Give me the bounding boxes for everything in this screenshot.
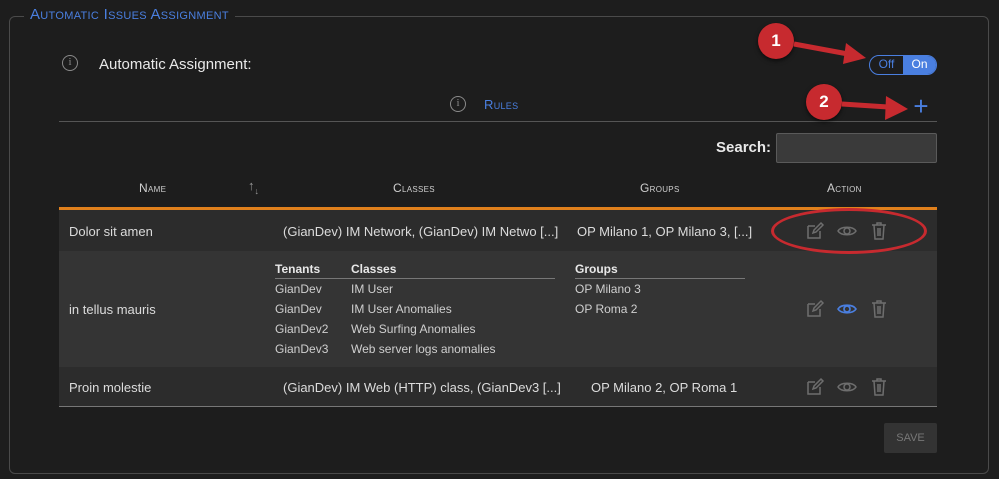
rule-classes: (GianDev) IM Network, (GianDev) IM Netwo… (283, 224, 559, 239)
tenant-item: GianDev3 (275, 342, 329, 356)
info-icon[interactable]: i (62, 55, 78, 71)
rule-name: Proin molestie (69, 380, 152, 395)
column-header-name[interactable]: Name (139, 181, 166, 195)
delete-icon[interactable] (869, 377, 889, 397)
column-header-classes: Classes (393, 181, 435, 195)
delete-icon[interactable] (869, 299, 889, 319)
edit-icon[interactable] (805, 377, 825, 397)
action-highlight-ellipse (771, 208, 927, 254)
tenants-subheader: Tenants (275, 262, 321, 276)
class-item: Web Surfing Anomalies (351, 322, 476, 336)
column-header-groups: Groups (640, 181, 680, 195)
subheader-divider (575, 278, 745, 279)
annotation-arrow-2 (841, 96, 908, 120)
classes-subheader: Classes (351, 262, 397, 276)
annotation-badge-2: 2 (806, 84, 842, 120)
rules-info-icon[interactable]: i (450, 96, 466, 112)
rule-classes: (GianDev) IM Web (HTTP) class, (GianDev3… (283, 380, 561, 395)
group-item: OP Milano 3 (575, 282, 641, 296)
rule-name: Dolor sit amen (69, 224, 153, 239)
rules-title: Rules (484, 97, 519, 112)
sort-icon[interactable]: ↑↓ (248, 178, 259, 196)
groups-subheader: Groups (575, 262, 618, 276)
tenant-item: GianDev2 (275, 322, 329, 336)
auto-assignment-toggle[interactable]: Off On (869, 55, 937, 75)
annotation-badge-1: 1 (758, 23, 794, 59)
annotation-arrow-1 (793, 41, 866, 64)
rule-groups: OP Milano 2, OP Roma 1 (591, 380, 738, 395)
rule-name: in tellus mauris (69, 302, 156, 317)
table-row-expanded[interactable]: in tellus mauris Tenants Classes Groups … (59, 251, 937, 367)
tenant-item: GianDev (275, 302, 322, 316)
search-input[interactable] (776, 133, 937, 163)
column-header-action: Action (827, 181, 862, 195)
section-legend: Automatic Issues Assignment (24, 6, 235, 23)
group-item: OP Roma 2 (575, 302, 638, 316)
search-label: Search: (716, 139, 772, 156)
class-item: IM User (351, 282, 393, 296)
divider (59, 121, 937, 122)
table-row[interactable]: Proin molestie (GianDev) IM Web (HTTP) c… (59, 367, 937, 407)
save-button[interactable]: SAVE (884, 423, 937, 453)
class-item: IM User Anomalies (351, 302, 452, 316)
edit-icon[interactable] (805, 299, 825, 319)
automatic-assignment-label: Automatic Assignment: (99, 56, 252, 73)
view-icon-active[interactable] (837, 299, 857, 319)
subheader-divider (275, 278, 555, 279)
toggle-off-option[interactable]: Off (870, 56, 903, 74)
toggle-on-option[interactable]: On (903, 56, 936, 74)
rule-groups: OP Milano 1, OP Milano 3, [...] (577, 224, 753, 239)
view-icon[interactable] (837, 377, 857, 397)
class-item: Web server logs anomalies (351, 342, 496, 356)
tenant-item: GianDev (275, 282, 322, 296)
